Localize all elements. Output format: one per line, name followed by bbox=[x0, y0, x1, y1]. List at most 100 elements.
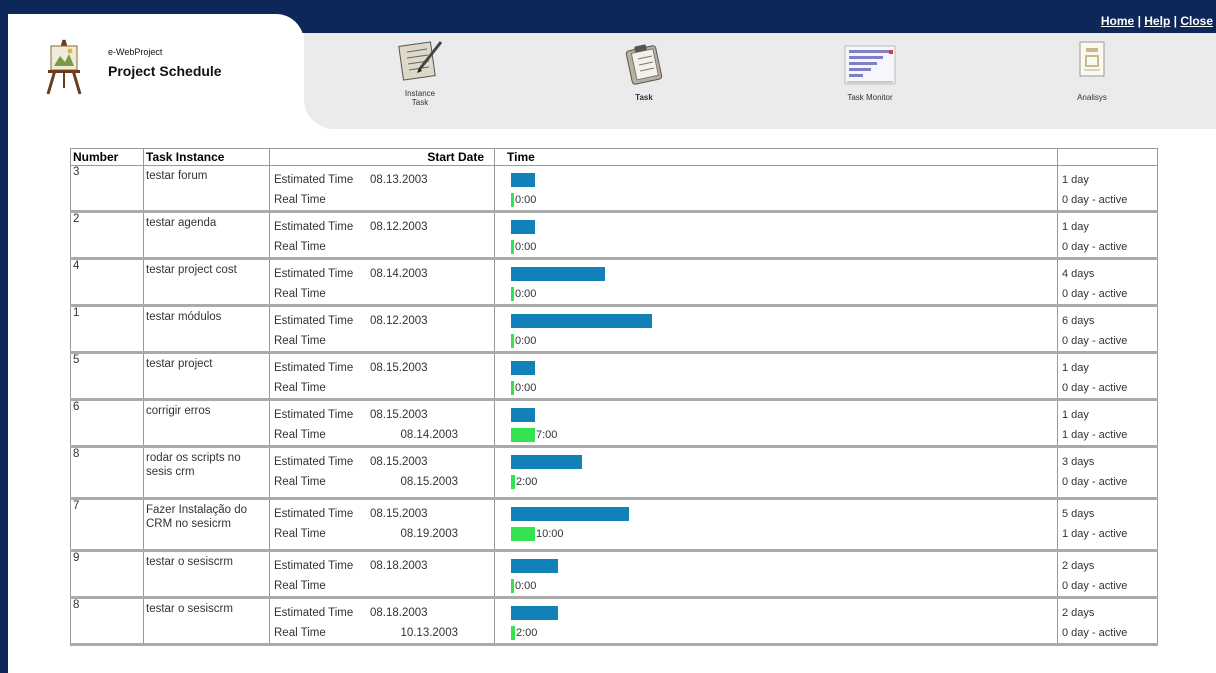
estimated-duration: 1 day bbox=[1062, 362, 1089, 374]
row-task-instance[interactable]: Fazer Instalação do CRM no sesicrm bbox=[143, 498, 270, 552]
row-duration: 5 days 1 day - active bbox=[1057, 498, 1158, 552]
real-time-value: 0:00 bbox=[515, 382, 537, 394]
table-row: 4 testar project cost Estimated Time 08.14.… bbox=[70, 258, 1158, 307]
row-task-instance[interactable]: testar o sesiscrm bbox=[143, 550, 270, 599]
estimated-bar-line bbox=[507, 556, 1057, 576]
real-time-bar bbox=[511, 428, 535, 442]
estimated-start-date: 08.14.2003 bbox=[370, 268, 428, 280]
row-time-bars: 10:00 bbox=[494, 498, 1058, 552]
row-dates: Estimated Time 08.15.2003 Real Time 08.14.2… bbox=[269, 399, 495, 448]
estimated-time-label: Estimated Time bbox=[274, 362, 354, 374]
estimated-line: Estimated Time 08.18.2003 bbox=[270, 556, 494, 576]
real-line: Real Time 08.15.2003 bbox=[270, 472, 494, 492]
estimated-start-date: 08.15.2003 bbox=[370, 362, 428, 374]
real-time-label: Real Time bbox=[274, 335, 326, 347]
table-header-row: Number Task Instance Start Date Time bbox=[70, 148, 1158, 166]
real-duration: 1 day - active bbox=[1062, 429, 1128, 441]
real-bar-line: 0:00 bbox=[507, 237, 1057, 257]
estimated-bar-line bbox=[507, 603, 1057, 623]
real-line: Real Time 08.19.2003 bbox=[270, 524, 494, 544]
estimated-time-label: Estimated Time bbox=[274, 508, 354, 520]
table-row: 9 testar o sesiscrm Estimated Time 08.18.20… bbox=[70, 550, 1158, 599]
estimated-time-bar bbox=[511, 507, 629, 521]
row-task-instance[interactable]: rodar os scripts no sesis crm bbox=[143, 446, 270, 500]
real-time-label: Real Time bbox=[274, 288, 326, 300]
real-bar-line: 0:00 bbox=[507, 378, 1057, 398]
row-number: 9 bbox=[70, 550, 144, 599]
real-time-value: 0:00 bbox=[515, 580, 537, 592]
row-time-bars: 0:00 bbox=[494, 305, 1058, 354]
table-row: 1 testar módulos Estimated Time 08.12.2003 R… bbox=[70, 305, 1158, 354]
row-number: 3 bbox=[70, 165, 144, 213]
real-time-value: 0:00 bbox=[515, 288, 537, 300]
row-task-instance[interactable]: testar project bbox=[143, 352, 270, 401]
row-task-instance[interactable]: testar módulos bbox=[143, 305, 270, 354]
estimated-duration: 1 day bbox=[1062, 221, 1089, 233]
real-start-date bbox=[370, 237, 458, 257]
row-time-bars: 0:00 bbox=[494, 550, 1058, 599]
schedule-table: Number Task Instance Start Date Time 3 te… bbox=[70, 148, 1158, 646]
real-time-label: Real Time bbox=[274, 194, 326, 206]
col-number-header: Number bbox=[70, 148, 144, 166]
close-link[interactable]: Close bbox=[1180, 14, 1213, 28]
easel-logo-icon bbox=[42, 38, 86, 96]
real-time-bar bbox=[511, 287, 514, 301]
row-duration: 1 day 1 day - active bbox=[1057, 399, 1158, 448]
real-line: Real Time bbox=[270, 237, 494, 257]
estimated-time-bar bbox=[511, 173, 535, 187]
nav-task[interactable]: Task bbox=[614, 42, 674, 102]
nav-analisys[interactable]: Analisys bbox=[1062, 38, 1122, 102]
estimated-start-date: 08.18.2003 bbox=[370, 560, 428, 572]
real-line: Real Time bbox=[270, 284, 494, 304]
nav-instance-task[interactable]: Instance Task bbox=[390, 38, 450, 107]
row-duration: 2 days 0 day - active bbox=[1057, 550, 1158, 599]
estimated-duration: 1 day bbox=[1062, 174, 1089, 186]
row-dates: Estimated Time 08.14.2003 Real Time bbox=[269, 258, 495, 307]
estimated-start-date: 08.12.2003 bbox=[370, 221, 428, 233]
row-number: 6 bbox=[70, 399, 144, 448]
nav-task-monitor[interactable]: Task Monitor bbox=[830, 44, 910, 102]
estimated-time-bar bbox=[511, 606, 558, 620]
real-line: Real Time 10.13.2003 bbox=[270, 623, 494, 643]
estimated-time-label: Estimated Time bbox=[274, 174, 354, 186]
estimated-bar-line bbox=[507, 311, 1057, 331]
row-task-instance[interactable]: testar forum bbox=[143, 165, 270, 213]
estimated-time-label: Estimated Time bbox=[274, 315, 354, 327]
estimated-time-bar bbox=[511, 267, 605, 281]
real-bar-line: 0:00 bbox=[507, 331, 1057, 351]
real-bar-line: 2:00 bbox=[507, 472, 1057, 492]
row-task-instance[interactable]: corrigir erros bbox=[143, 399, 270, 448]
real-line: Real Time bbox=[270, 378, 494, 398]
row-task-instance[interactable]: testar o sesiscrm bbox=[143, 597, 270, 646]
estimated-time-bar bbox=[511, 220, 535, 234]
col-time-header: Time bbox=[494, 148, 1058, 166]
col-task-instance-header: Task Instance bbox=[143, 148, 270, 166]
estimated-line: Estimated Time 08.15.2003 bbox=[270, 405, 494, 425]
real-duration: 0 day - active bbox=[1062, 288, 1128, 300]
real-start-date bbox=[370, 190, 458, 210]
real-start-date bbox=[370, 331, 458, 351]
row-number: 4 bbox=[70, 258, 144, 307]
row-task-instance[interactable]: testar project cost bbox=[143, 258, 270, 307]
estimated-line: Estimated Time 08.13.2003 bbox=[270, 170, 494, 190]
row-dates: Estimated Time 08.15.2003 Real Time bbox=[269, 352, 495, 401]
row-duration: 4 days 0 day - active bbox=[1057, 258, 1158, 307]
nav-analisys-label: Analisys bbox=[1077, 93, 1107, 102]
home-link[interactable]: Home bbox=[1101, 14, 1134, 28]
help-link[interactable]: Help bbox=[1144, 14, 1170, 28]
row-task-instance[interactable]: testar agenda bbox=[143, 211, 270, 260]
real-duration: 0 day - active bbox=[1062, 476, 1128, 488]
row-number: 7 bbox=[70, 498, 144, 552]
real-bar-line: 0:00 bbox=[507, 576, 1057, 596]
notepad-pen-icon bbox=[395, 38, 445, 87]
real-time-bar bbox=[511, 381, 514, 395]
real-start-date: 08.19.2003 bbox=[400, 528, 458, 540]
row-number: 5 bbox=[70, 352, 144, 401]
row-duration: 1 day 0 day - active bbox=[1057, 165, 1158, 213]
row-number: 2 bbox=[70, 211, 144, 260]
real-start-date: 08.14.2003 bbox=[400, 429, 458, 441]
col-start-date-header: Start Date bbox=[269, 148, 495, 166]
estimated-bar-line bbox=[507, 405, 1057, 425]
real-time-value: 0:00 bbox=[515, 194, 537, 206]
real-time-value: 0:00 bbox=[515, 241, 537, 253]
